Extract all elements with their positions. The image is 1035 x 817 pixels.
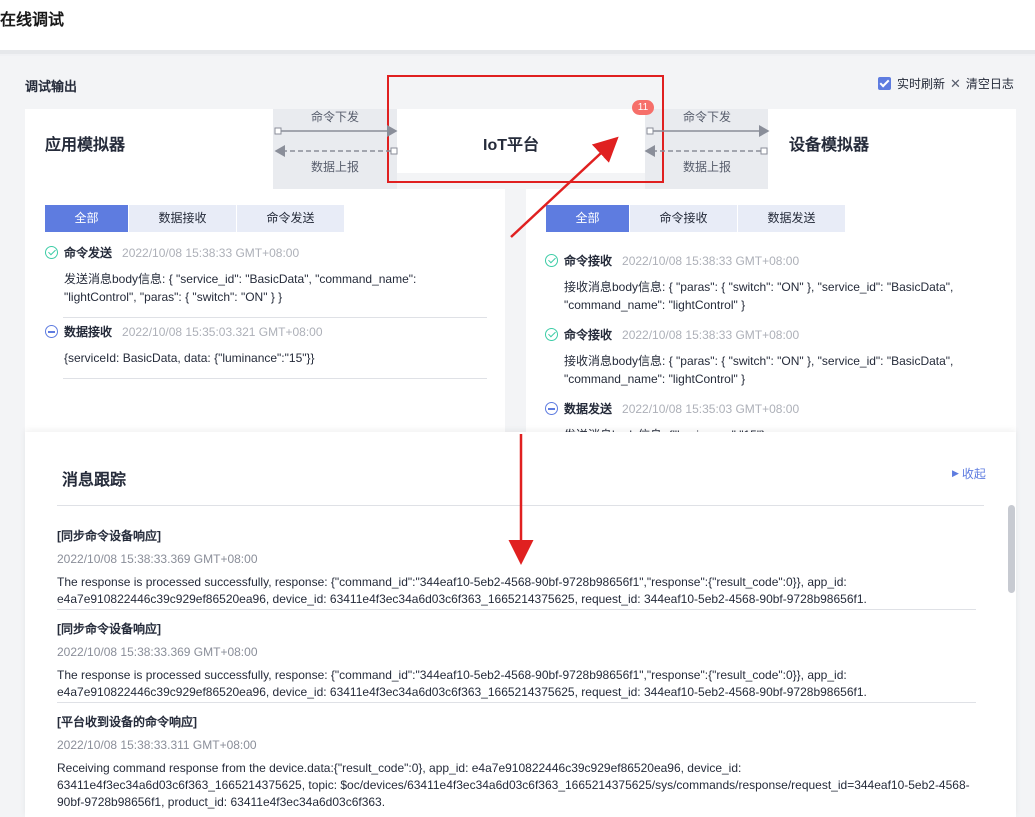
log-type: 数据接收 <box>64 325 113 339</box>
receive-arrow-icon <box>45 325 58 338</box>
trace-time: 2022/10/08 15:38:33.311 GMT+08:00 <box>57 738 257 752</box>
log-time: 2022/10/08 15:35:03.321 GMT+08:00 <box>122 324 323 339</box>
log-body: 发送消息body信息: { "service_id": "BasicData",… <box>64 272 417 304</box>
trace-item: [同步命令设备响应] 2022/10/08 15:38:33.369 GMT+0… <box>57 620 987 701</box>
tab-device-data-send[interactable]: 数据发送 <box>738 205 845 232</box>
app-log-tabs: 全部 数据接收 命令发送 <box>45 205 345 232</box>
log-divider <box>63 317 487 318</box>
trace-body: The response is processed successfully, … <box>57 575 867 606</box>
log-body: {serviceId: BasicData, data: {"luminance… <box>64 351 315 365</box>
log-item: 数据接收 2022/10/08 15:35:03.321 GMT+08:00 {… <box>45 323 485 367</box>
log-time: 2022/10/08 15:38:33 GMT+08:00 <box>622 253 800 268</box>
log-type: 命令接收 <box>564 328 613 342</box>
trace-name: [平台收到设备的命令响应] <box>57 715 197 729</box>
trace-name: [同步命令设备响应] <box>57 622 161 636</box>
log-time: 2022/10/08 15:38:33 GMT+08:00 <box>622 327 800 342</box>
page-title: 在线调试 <box>0 12 65 29</box>
tab-device-command-receive[interactable]: 命令接收 <box>630 205 737 232</box>
clear-log-button[interactable]: ✕ 清空日志 <box>950 75 1014 92</box>
message-trace-title: 消息跟踪 <box>62 472 127 489</box>
trace-name: [同步命令设备响应] <box>57 529 161 543</box>
tab-app-all[interactable]: 全部 <box>45 205 128 232</box>
log-time: 2022/10/08 15:38:33 GMT+08:00 <box>122 245 300 260</box>
trace-body: Receiving command response from the devi… <box>57 761 970 809</box>
log-item: 命令发送 2022/10/08 15:38:33 GMT+08:00 发送消息b… <box>45 244 485 306</box>
checkbox-checked-icon[interactable] <box>878 77 891 90</box>
check-circle-icon <box>545 254 558 267</box>
trace-time: 2022/10/08 15:38:33.369 GMT+08:00 <box>57 552 258 566</box>
right-command-label: 命令下发 <box>683 110 732 124</box>
log-body: 接收消息body信息: { "paras": { "switch": "ON" … <box>564 354 954 386</box>
left-report-label: 数据上报 <box>311 160 360 174</box>
header-divider <box>0 50 1035 54</box>
caret-right-icon: ▶ <box>952 468 959 478</box>
annotation-highlight-box <box>387 75 664 183</box>
tab-device-all[interactable]: 全部 <box>546 205 629 232</box>
log-item: 命令接收 2022/10/08 15:38:33 GMT+08:00 接收消息b… <box>545 326 995 388</box>
left-command-label: 命令下发 <box>311 110 360 124</box>
trace-scrollbar-thumb[interactable] <box>1008 505 1015 593</box>
log-divider <box>63 378 487 379</box>
tab-app-command-send[interactable]: 命令发送 <box>237 205 344 232</box>
realtime-refresh-toggle[interactable]: 实时刷新 <box>878 75 945 92</box>
trace-item: [平台收到设备的命令响应] 2022/10/08 15:38:33.311 GM… <box>57 713 982 811</box>
right-report-label: 数据上报 <box>683 160 732 174</box>
send-arrow-icon <box>545 402 558 415</box>
log-time: 2022/10/08 15:35:03 GMT+08:00 <box>622 401 800 416</box>
trace-body: The response is processed successfully, … <box>57 668 867 699</box>
collapse-label: 收起 <box>961 467 986 481</box>
debug-output-title: 调试输出 <box>25 79 78 94</box>
device-log-tabs: 全部 命令接收 数据发送 <box>546 205 846 232</box>
log-body: 接收消息body信息: { "paras": { "switch": "ON" … <box>564 280 954 312</box>
clear-log-label: 清空日志 <box>965 77 1014 91</box>
log-item: 命令接收 2022/10/08 15:38:33 GMT+08:00 接收消息b… <box>545 252 995 314</box>
tab-app-data-receive[interactable]: 数据接收 <box>129 205 236 232</box>
log-type: 命令发送 <box>64 246 113 260</box>
app-simulator-title: 应用模拟器 <box>45 137 126 154</box>
check-circle-icon <box>545 328 558 341</box>
log-type: 命令接收 <box>564 254 613 268</box>
collapse-button[interactable]: ▶ 收起 <box>952 465 986 482</box>
trace-divider <box>57 609 976 610</box>
log-type: 数据发送 <box>564 402 613 416</box>
trace-divider <box>57 702 976 703</box>
check-circle-icon <box>45 246 58 259</box>
realtime-refresh-label: 实时刷新 <box>897 77 946 91</box>
top-header <box>0 0 1035 50</box>
trace-item: [同步命令设备响应] 2022/10/08 15:38:33.369 GMT+0… <box>57 527 987 608</box>
close-icon: ✕ <box>950 75 961 91</box>
device-simulator-title: 设备模拟器 <box>789 137 870 154</box>
trace-divider <box>57 505 984 506</box>
trace-time: 2022/10/08 15:38:33.369 GMT+08:00 <box>57 645 258 659</box>
